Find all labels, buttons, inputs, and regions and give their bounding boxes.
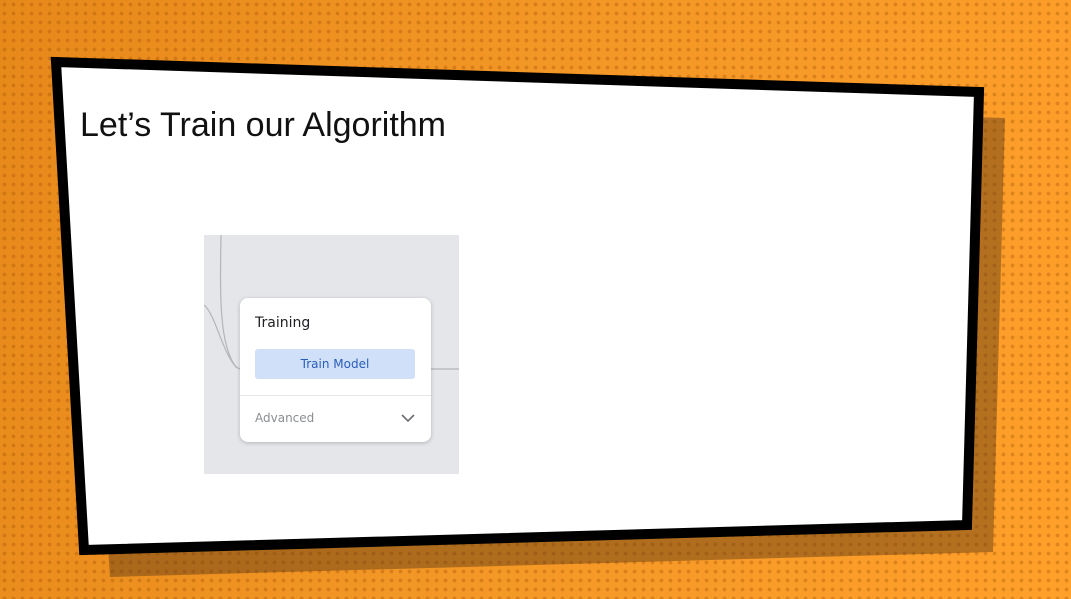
connector-line-top (219, 235, 241, 370)
train-model-button[interactable]: Train Model (255, 349, 415, 379)
advanced-toggle[interactable]: Advanced (240, 396, 431, 440)
connector-line-left (204, 304, 238, 369)
chevron-down-icon (401, 414, 415, 423)
slide-frame (50, 56, 1005, 577)
slide-title: Let’s Train our Algorithm (80, 106, 446, 144)
training-screenshot: Training Train Model Advanced (204, 235, 459, 474)
training-card-title: Training (255, 315, 311, 331)
advanced-label: Advanced (255, 411, 315, 425)
training-card: Training Train Model Advanced (240, 298, 431, 442)
